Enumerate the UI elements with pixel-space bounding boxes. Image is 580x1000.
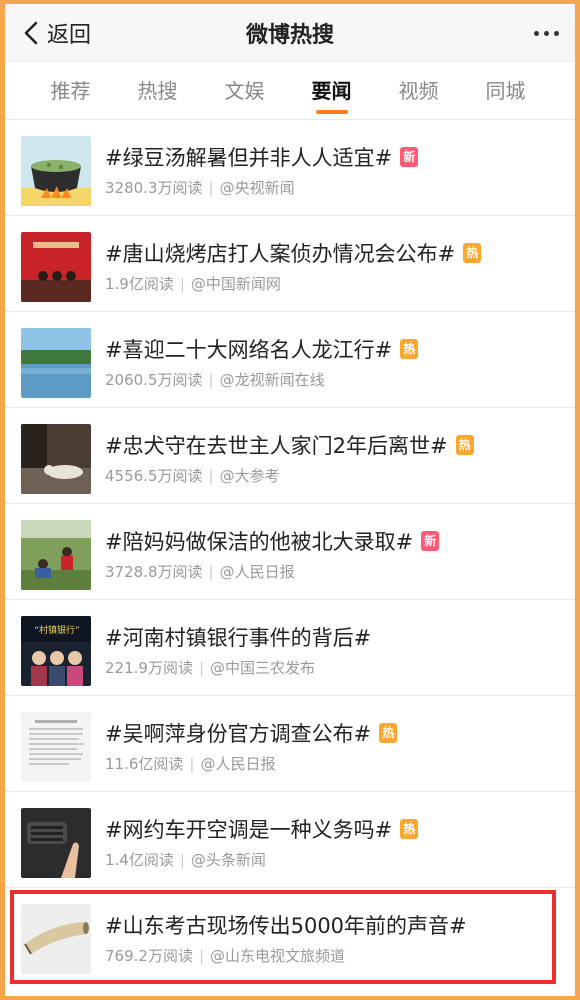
source-account[interactable]: @央视新闻 [220,179,295,197]
tab-hot-search[interactable]: 热搜 [114,62,201,120]
hot-badge: 热 [463,243,482,263]
list-item[interactable]: #喜迎二十大网络名人龙江行# 热 2060.5万阅读 | @龙视新闻在线 [5,312,575,408]
hot-badge: 热 [400,819,419,839]
source-account[interactable]: @山东电视文旅频道 [210,947,345,965]
source-account[interactable]: @人民日报 [220,563,295,581]
read-count: 11.6亿阅读 [105,755,184,773]
read-count: 221.9万阅读 [105,659,193,677]
list-item[interactable]: “村镇银行” #河南村镇银行事件的背后# 221.9万阅读 | @中国三农发布 [5,600,575,696]
read-count: 1.9亿阅读 [105,275,174,293]
read-count: 769.2万阅读 [105,947,193,965]
press-conference-image [21,232,91,302]
list-item[interactable]: #山东考古现场传出5000年前的声音# 769.2万阅读 | @山东电视文旅频道 [5,888,575,984]
more-icon[interactable] [534,4,559,62]
thumb-caption: “村镇银行” [34,624,79,636]
hot-badge: 热 [400,339,419,359]
read-count: 4556.5万阅读 [105,467,203,485]
topic-title: #山东考古现场传出5000年前的声音# [105,914,467,938]
topic-title: #网约车开空调是一种义务吗# [105,818,393,842]
topic-title: #唐山烧烤店打人案侦办情况会公布# [105,242,456,266]
list-item[interactable]: #忠犬守在去世主人家门2年后离世# 热 4556.5万阅读 | @大参考 [5,408,575,504]
chevron-left-icon [24,21,38,45]
list-item[interactable]: #网约车开空调是一种义务吗# 热 1.4亿阅读 | @头条新闻 [5,792,575,888]
topic-title: #绿豆汤解暑但并非人人适宜# [105,146,393,170]
read-count: 2060.5万阅读 [105,371,203,389]
back-button[interactable]: 返回 [21,4,91,62]
topic-title: #陪妈妈做保洁的他被北大录取# [105,530,414,554]
source-account[interactable]: @大参考 [220,467,280,485]
document-image [21,712,91,782]
tab-entertainment[interactable]: 文娱 [201,62,288,120]
dog-image [21,424,91,494]
list-item[interactable]: #陪妈妈做保洁的他被北大录取# 新 3728.8万阅读 | @人民日报 [5,504,575,600]
list-item[interactable]: #唐山烧烤店打人案侦办情况会公布# 热 1.9亿阅读 | @中国新闻网 [5,216,575,312]
topic-title: #忠犬守在去世主人家门2年后离世# [105,434,448,458]
topic-title: #吴啊萍身份官方调查公布# [105,722,372,746]
tab-video[interactable]: 视频 [375,62,462,120]
list-item[interactable]: #绿豆汤解暑但并非人人适宜# 新 3280.3万阅读 | @央视新闻 [5,120,575,216]
tab-bar: 推荐 热搜 文娱 要闻 视频 同城 [5,62,575,120]
read-count: 1.4亿阅读 [105,851,174,869]
hot-badge: 热 [455,435,474,455]
pot-icon [21,136,91,206]
tab-news[interactable]: 要闻 [288,62,375,120]
car-ac-image [21,808,91,878]
back-label: 返回 [47,23,92,48]
topic-title: #河南村镇银行事件的背后# [105,626,372,650]
source-account[interactable]: @头条新闻 [191,851,266,869]
topic-title: #喜迎二十大网络名人龙江行# [105,338,393,362]
source-account[interactable]: @中国新闻网 [191,275,281,293]
topic-list: #绿豆汤解暑但并非人人适宜# 新 3280.3万阅读 | @央视新闻 #唐山烧烤店打人… [5,120,575,984]
page-title: 微博热搜 [245,22,334,48]
tab-recommend[interactable]: 推荐 [27,62,114,120]
read-count: 3728.8万阅读 [105,563,203,581]
tab-local[interactable]: 同城 [462,62,549,120]
cleaning-image [21,520,91,590]
source-account[interactable]: @人民日报 [200,755,275,773]
lake-landscape-image [21,328,91,398]
new-badge: 新 [421,531,440,551]
bank-news-image: “村镇银行” [21,616,91,686]
source-account[interactable]: @龙视新闻在线 [220,371,325,389]
new-badge: 新 [400,147,419,167]
list-item[interactable]: #吴啊萍身份官方调查公布# 热 11.6亿阅读 | @人民日报 [5,696,575,792]
read-count: 3280.3万阅读 [105,179,203,197]
source-account[interactable]: @中国三农发布 [210,659,315,677]
navigation-bar: 返回 微博热搜 [5,4,575,62]
phone-screen: 返回 微博热搜 推荐 热搜 文娱 要闻 视频 同城 #绿豆汤解暑但并非人人适宜#… [5,4,575,996]
horn-artifact-image [21,904,91,974]
hot-badge: 热 [379,723,398,743]
